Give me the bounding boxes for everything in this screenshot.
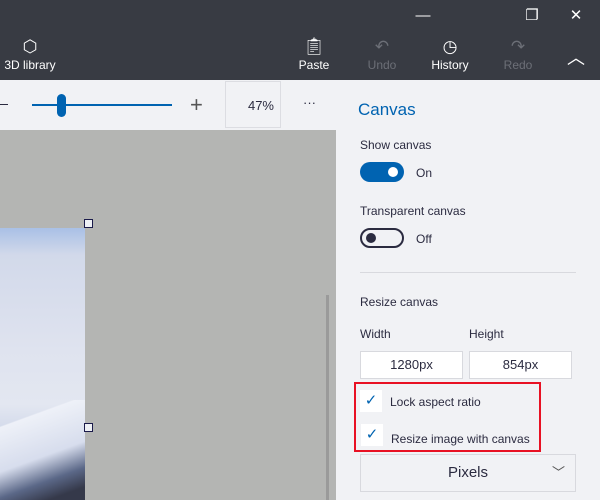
toggle-knob	[388, 167, 398, 177]
height-input[interactable]: 854px	[469, 351, 572, 379]
height-label: Height	[469, 327, 504, 341]
show-canvas-toggle[interactable]	[360, 162, 404, 182]
close-button[interactable]: ✕	[556, 4, 596, 28]
zoom-slider-thumb[interactable]	[57, 94, 66, 117]
minimize-button[interactable]: —	[403, 4, 443, 28]
highlight-box	[354, 382, 541, 452]
title-bar: — ❐ ✕ ⬡ 3D library 📋︎ Paste ↶ Undo ◷ History…	[0, 0, 600, 80]
paste-icon: 📋︎	[303, 37, 325, 56]
chevron-up-icon: ︿	[567, 48, 585, 68]
mountain-image	[0, 400, 85, 500]
width-label: Width	[360, 327, 391, 341]
resize-canvas-label: Resize canvas	[360, 295, 439, 309]
history-button[interactable]: ◷ History	[428, 36, 472, 72]
chevron-down-icon: ﹀	[551, 465, 565, 480]
width-input[interactable]: 1280px	[360, 351, 463, 379]
units-dropdown[interactable]: Pixels ﹀	[360, 454, 576, 492]
paste-button[interactable]: 📋︎ Paste	[294, 36, 334, 72]
show-canvas-label: Show canvas	[360, 138, 432, 152]
transparent-canvas-toggle[interactable]	[360, 228, 404, 248]
show-canvas-state: On	[416, 166, 433, 180]
divider	[360, 272, 576, 273]
minimize-icon: —	[415, 7, 431, 24]
collapse-ribbon-button[interactable]: ︿	[562, 44, 590, 70]
redo-icon: ↷	[510, 37, 526, 56]
redo-button[interactable]: ↷ Redo	[498, 36, 538, 72]
3d-library-icon: ⬡	[22, 37, 38, 56]
canvas-image[interactable]	[0, 228, 85, 500]
restore-icon: ❐	[525, 7, 539, 24]
zoom-out-button[interactable]	[0, 104, 8, 105]
transparent-canvas-label: Transparent canvas	[360, 204, 466, 218]
zoom-slider[interactable]	[32, 104, 172, 106]
resize-handle-top-right[interactable]	[84, 219, 93, 228]
panel-title: Canvas	[358, 100, 416, 119]
close-icon: ✕	[569, 7, 583, 24]
zoom-level[interactable]: 47%	[225, 81, 281, 128]
history-icon: ◷	[442, 37, 458, 56]
vertical-scrollbar[interactable]	[326, 295, 329, 500]
more-options-button[interactable]: ···	[303, 95, 316, 110]
3d-library-button[interactable]: ⬡ 3D library	[2, 36, 58, 72]
zoom-in-button[interactable]: +	[190, 92, 203, 118]
toggle-knob	[366, 233, 376, 243]
resize-handle-right[interactable]	[84, 423, 93, 432]
undo-icon: ↶	[374, 37, 390, 56]
transparent-canvas-state: Off	[416, 232, 432, 246]
restore-button[interactable]: ❐	[512, 4, 552, 28]
undo-button[interactable]: ↶ Undo	[362, 36, 402, 72]
